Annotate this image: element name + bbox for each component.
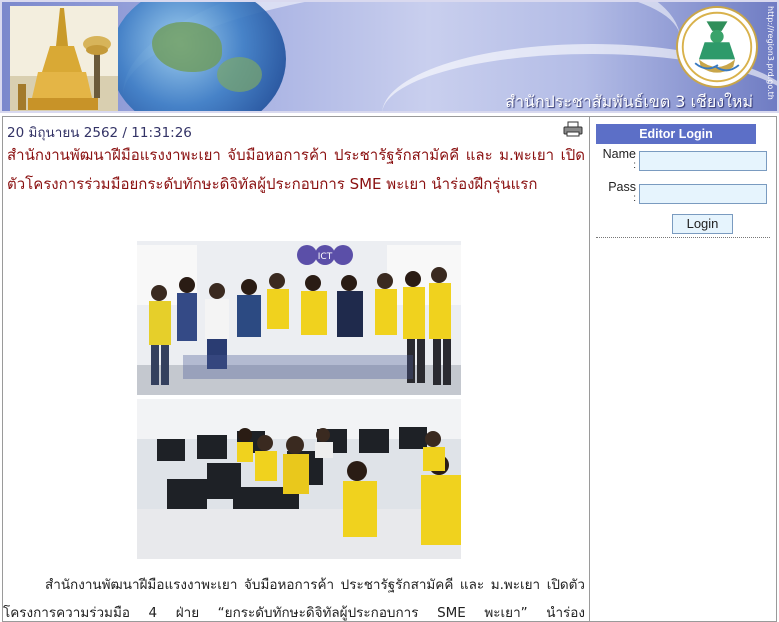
article-body: สำนักงานพัฒนาฝีมือแรงงาพะเยา จับมือหอการ… <box>3 571 585 621</box>
sidebar: Editor Login Name : Pass : Login <box>590 116 777 622</box>
article-panel: 20 มิถุนายน 2562 / 11:31:26 สำนักงานพัฒน… <box>2 116 590 622</box>
article-photo-group: ICT <box>137 235 461 395</box>
name-label: Name : <box>596 147 636 175</box>
login-header: Editor Login <box>596 124 756 144</box>
photo-sign-text: ICT <box>318 252 333 262</box>
login-button[interactable]: Login <box>672 214 733 234</box>
pagoda-icon <box>10 6 118 111</box>
pass-label: Pass : <box>596 180 636 208</box>
print-icon[interactable] <box>563 121 583 137</box>
sidebar-divider <box>596 237 770 238</box>
pass-label-colon: : <box>633 193 636 204</box>
name-label-colon: : <box>633 160 636 171</box>
site-banner: สำนักประชาสัมพันธ์เขต 3 เชียงใหม่ http:/… <box>0 0 779 113</box>
office-title: สำนักประชาสัมพันธ์เขต 3 เชียงใหม่ <box>505 92 753 111</box>
globe-land <box>217 57 262 92</box>
article-datetime: 20 มิถุนายน 2562 / 11:31:26 <box>7 125 192 141</box>
emblem-icon <box>676 6 758 88</box>
site-url: http://region3.prd.go.th <box>766 6 775 100</box>
pass-label-text: Pass <box>608 180 636 194</box>
article-headline: สำนักงานพัฒนาฝีมือแรงงาพะเยา จับมือหอการ… <box>7 146 585 193</box>
password-input[interactable] <box>639 184 767 204</box>
article-photo-training <box>137 399 461 559</box>
name-label-text: Name <box>602 147 636 161</box>
article-body-line: โครงการความร่วมมือ 4 ฝ่าย “ยกระดับทักษะด… <box>3 605 585 621</box>
article-body-line: สำนักงานพัฒนาฝีมือแรงงาพะเยา จับมือหอการ… <box>45 577 585 593</box>
name-input[interactable] <box>639 151 767 171</box>
